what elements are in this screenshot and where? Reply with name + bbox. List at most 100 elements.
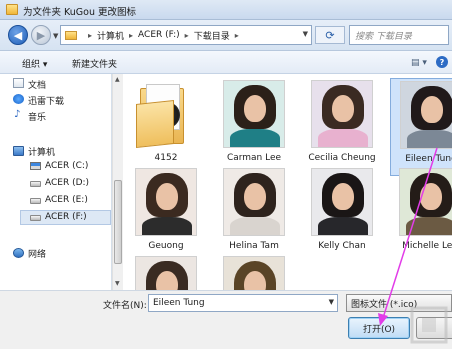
command-toolbar: 组织 ▾ 新建文件夹 ▤ ▾ ? bbox=[0, 51, 452, 74]
portrait-thumbnail bbox=[399, 168, 452, 236]
back-button[interactable]: ◀ bbox=[8, 25, 28, 45]
open-button[interactable]: 打开(O) bbox=[348, 317, 410, 339]
portrait-face bbox=[420, 183, 442, 210]
filename-input[interactable]: Eileen Tung ▼ bbox=[148, 294, 338, 312]
file-list: 4152 Carman Lee Cecilia Cheung Eileen Tu… bbox=[124, 74, 452, 290]
folder-icon bbox=[65, 30, 77, 40]
sidebar-item-drive-c[interactable]: ACER (C:) bbox=[45, 161, 88, 171]
file-item-icon[interactable]: Michelle Lee bbox=[390, 166, 452, 264]
chevron-right-icon[interactable]: ▸ bbox=[185, 31, 189, 40]
chevron-right-icon[interactable]: ▸ bbox=[129, 31, 133, 40]
file-label: 4152 bbox=[154, 153, 178, 163]
sidebar-scrollbar[interactable]: ▲ ▼ bbox=[112, 74, 123, 290]
portrait-face bbox=[156, 183, 178, 210]
portrait-face bbox=[332, 95, 354, 122]
file-label: Eileen Tung bbox=[405, 154, 452, 164]
file-item-icon[interactable]: Kelly Chan bbox=[302, 166, 382, 264]
portrait-clothing bbox=[318, 217, 368, 235]
folder-app-icon bbox=[6, 4, 18, 15]
portrait-thumbnail bbox=[223, 80, 285, 148]
help-icon[interactable]: ? bbox=[436, 56, 448, 68]
portrait-clothing bbox=[407, 130, 452, 148]
file-label: Cecilia Cheung bbox=[308, 153, 376, 163]
chevron-right-icon[interactable]: ▸ bbox=[235, 31, 239, 40]
portrait-clothing bbox=[230, 129, 280, 147]
scroll-down-arrow[interactable]: ▼ bbox=[115, 280, 120, 287]
file-item-icon[interactable] bbox=[126, 254, 206, 290]
portrait-thumbnail bbox=[135, 256, 197, 290]
sidebar-item-thunder-downloads[interactable]: 迅雷下载 bbox=[28, 94, 64, 107]
address-bar: ◀ ▶ ▼ ▸ 计算机 ▸ ACER (F:) ▸ 下载目录 ▸ ▼ ⟳ 搜索 … bbox=[0, 20, 452, 51]
file-label: Michelle Lee bbox=[402, 241, 452, 251]
chevron-right-icon[interactable]: ▸ bbox=[88, 31, 92, 40]
sidebar-item-music[interactable]: 音乐 bbox=[28, 110, 46, 123]
drive-icon bbox=[30, 215, 41, 221]
navigation-pane: 文档 迅雷下载 ♪ 音乐 计算机 ACER (C:) ACER (D:) ACE… bbox=[0, 74, 112, 290]
portrait-clothing bbox=[406, 217, 452, 235]
breadcrumb-folder[interactable]: 下载目录 bbox=[194, 29, 230, 42]
portrait-thumbnail bbox=[311, 80, 373, 148]
address-dropdown-icon[interactable]: ▼ bbox=[303, 30, 308, 38]
portrait-face bbox=[421, 96, 443, 123]
dialog-footer: 文件名(N): Eileen Tung ▼ 图标文件 (*.ico) 打开(O) bbox=[0, 290, 452, 349]
filename-label: 文件名(N): bbox=[103, 301, 147, 311]
forward-arrow-icon: ▶ bbox=[36, 28, 46, 42]
refresh-button[interactable]: ⟳ bbox=[315, 26, 345, 44]
file-label: Carman Lee bbox=[226, 153, 282, 163]
portrait-clothing bbox=[318, 129, 368, 147]
portrait-clothing bbox=[142, 217, 192, 235]
refresh-icon: ⟳ bbox=[325, 28, 335, 42]
views-icon[interactable]: ▤ ▾ bbox=[408, 55, 430, 70]
title-bar: 为文件夹 KuGou 更改图标 bbox=[0, 0, 452, 20]
file-label: Kelly Chan bbox=[318, 241, 366, 251]
organize-button[interactable]: 组织 ▾ bbox=[22, 57, 47, 70]
sidebar-item-drive-f[interactable]: ACER (F:) bbox=[45, 212, 87, 222]
drive-icon bbox=[30, 198, 41, 204]
portrait-thumbnail bbox=[135, 168, 197, 236]
file-item-icon[interactable] bbox=[214, 254, 294, 290]
portrait-face bbox=[332, 183, 354, 210]
window-title: 为文件夹 KuGou 更改图标 bbox=[23, 7, 137, 18]
filename-value: Eileen Tung bbox=[153, 298, 205, 308]
sidebar-item-drive-e[interactable]: ACER (E:) bbox=[45, 195, 88, 205]
file-item-icon[interactable]: Geuong bbox=[126, 166, 206, 264]
watermark-logo bbox=[410, 306, 448, 344]
portrait-clothing bbox=[230, 217, 280, 235]
scroll-thumb[interactable] bbox=[114, 180, 122, 264]
back-arrow-icon: ◀ bbox=[13, 28, 23, 42]
breadcrumb-drive[interactable]: ACER (F:) bbox=[138, 30, 180, 40]
new-folder-button[interactable]: 新建文件夹 bbox=[72, 57, 117, 70]
computer-icon bbox=[13, 146, 24, 156]
drive-icon bbox=[30, 181, 41, 187]
file-item-icon[interactable]: Cecilia Cheung bbox=[302, 78, 382, 176]
portrait-face bbox=[244, 183, 266, 210]
folder-front bbox=[136, 100, 174, 148]
music-icon: ♪ bbox=[14, 109, 21, 120]
file-label: Helina Tam bbox=[229, 241, 279, 251]
documents-icon bbox=[13, 78, 24, 88]
breadcrumb[interactable]: ▸ 计算机 ▸ ACER (F:) ▸ 下载目录 ▸ ▼ bbox=[60, 25, 312, 45]
portrait-thumbnail bbox=[400, 81, 452, 149]
network-icon bbox=[13, 248, 24, 258]
scroll-up-arrow[interactable]: ▲ bbox=[115, 76, 120, 83]
file-item-icon[interactable]: Helina Tam bbox=[214, 166, 294, 264]
sidebar-item-drive-d[interactable]: ACER (D:) bbox=[45, 178, 89, 188]
sidebar-item-network[interactable]: 网络 bbox=[28, 247, 46, 260]
portrait-thumbnail bbox=[311, 168, 373, 236]
search-input[interactable]: 搜索 下载目录 bbox=[349, 25, 449, 45]
file-item-icon[interactable]: Carman Lee bbox=[214, 78, 294, 176]
file-label: Geuong bbox=[148, 241, 184, 251]
portrait-thumbnail bbox=[223, 256, 285, 290]
portrait-thumbnail bbox=[223, 168, 285, 236]
breadcrumb-computer[interactable]: 计算机 bbox=[97, 29, 124, 42]
chevron-down-icon[interactable]: ▼ bbox=[329, 298, 334, 306]
thunder-icon bbox=[13, 94, 24, 104]
drive-icon bbox=[30, 162, 41, 170]
sidebar-item-computer[interactable]: 计算机 bbox=[28, 145, 55, 158]
recent-pages-dropdown[interactable]: ▼ bbox=[53, 32, 58, 40]
sidebar-item-documents[interactable]: 文档 bbox=[28, 78, 46, 91]
file-item-icon-selected[interactable]: Eileen Tung bbox=[390, 78, 452, 176]
forward-button[interactable]: ▶ bbox=[31, 25, 51, 45]
portrait-face bbox=[244, 95, 266, 122]
file-item-folder[interactable]: 4152 bbox=[126, 78, 206, 176]
